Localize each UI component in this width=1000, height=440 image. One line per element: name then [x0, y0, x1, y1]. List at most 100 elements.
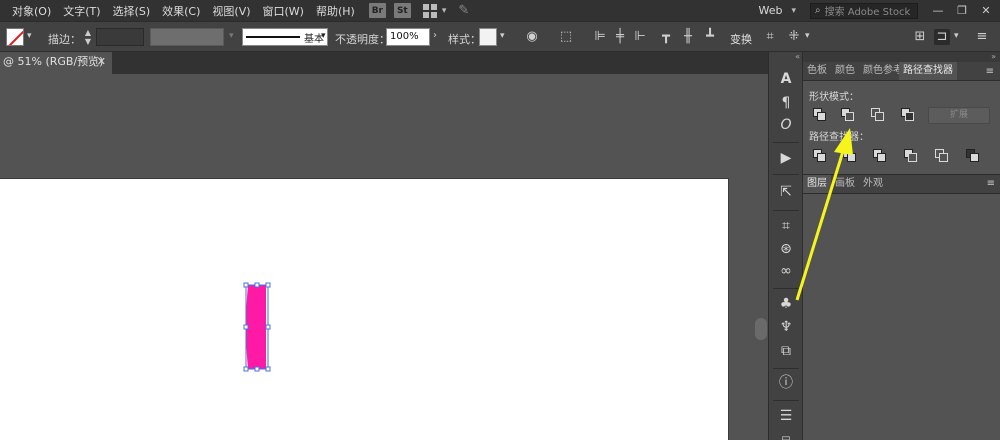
- style-chevron-icon[interactable]: ▾: [500, 31, 505, 41]
- exclude-icon[interactable]: [901, 108, 914, 121]
- document-tab-bar: @ 51% (RGB/预览) ✕: [0, 52, 768, 74]
- align-right-icon[interactable]: ⊩: [632, 29, 648, 45]
- variable-width-field[interactable]: [150, 28, 224, 46]
- tab-appearance[interactable]: 外观: [859, 175, 887, 193]
- menu-window[interactable]: 窗口(W): [257, 3, 310, 19]
- arrange-panels-icon[interactable]: ⊞: [912, 29, 928, 45]
- minus-front-icon[interactable]: [841, 108, 854, 121]
- close-window-button[interactable]: ✕: [976, 3, 996, 19]
- close-tab-icon[interactable]: ✕: [97, 52, 106, 72]
- menu-object[interactable]: 对象(O): [0, 3, 57, 19]
- workspace-chevron-icon[interactable]: ▾: [791, 6, 796, 16]
- transform-panel-icon[interactable]: ⌗: [777, 217, 795, 235]
- tab-layers[interactable]: 图层: [803, 175, 831, 193]
- bridge-button[interactable]: Br: [368, 3, 386, 18]
- minimize-button[interactable]: —: [928, 3, 948, 19]
- canvas-area[interactable]: [0, 74, 768, 440]
- puppet-warp-icon[interactable]: ⁜: [786, 29, 802, 45]
- handle-bottom-left[interactable]: [243, 366, 249, 372]
- paragraph-panel-icon[interactable]: ¶: [777, 94, 795, 112]
- stock-search-input[interactable]: ⌕ 搜索 Adobe Stock: [810, 2, 918, 19]
- align-center-icon[interactable]: ╪: [612, 29, 628, 45]
- export-asset-icon[interactable]: ⇱: [777, 183, 795, 201]
- minus-back-icon[interactable]: [966, 149, 979, 162]
- divide-icon[interactable]: [813, 149, 826, 162]
- graphic-style-swatch[interactable]: [479, 28, 497, 46]
- info-panel-icon[interactable]: ⓘ: [777, 374, 795, 392]
- hamburger-menu-icon[interactable]: ≡: [974, 29, 990, 45]
- stock-button[interactable]: St: [393, 3, 411, 18]
- fill-swatch-none[interactable]: [6, 28, 24, 46]
- dock-divider: [773, 400, 799, 401]
- chevron-down-icon[interactable]: ▾: [442, 6, 447, 16]
- tab-pathfinder[interactable]: 路径查找器: [899, 62, 957, 80]
- menu-type[interactable]: 文字(T): [57, 3, 106, 19]
- align-panel-icon[interactable]: ☰: [777, 407, 795, 425]
- opacity-input[interactable]: 100%: [386, 28, 430, 46]
- arrange-documents-icon[interactable]: [422, 3, 439, 18]
- expand-button[interactable]: 扩展: [928, 107, 990, 124]
- opentype-panel-icon[interactable]: O: [777, 116, 795, 134]
- variable-width-chevron-icon[interactable]: ▾: [229, 31, 234, 41]
- tab-color[interactable]: 颜色: [831, 62, 859, 80]
- handle-mid-right[interactable]: [265, 324, 271, 330]
- handle-mid-left[interactable]: [243, 324, 249, 330]
- restore-button[interactable]: ❐: [952, 3, 972, 19]
- menu-effect[interactable]: 效果(C): [156, 3, 206, 19]
- merge-icon[interactable]: [873, 149, 886, 162]
- brushes-panel-icon[interactable]: ♆: [777, 318, 795, 336]
- isolate-group-icon[interactable]: ⌗: [762, 29, 778, 45]
- fill-chevron-icon[interactable]: ▾: [27, 31, 32, 41]
- align-bottom-icon[interactable]: ┻: [702, 29, 718, 45]
- control-panel-menu-icon[interactable]: ⊐: [934, 29, 950, 45]
- puppet-warp-chevron-icon[interactable]: ▾: [805, 31, 810, 41]
- align-left-icon[interactable]: ⊫: [592, 29, 608, 45]
- align-top-icon[interactable]: ┳: [658, 29, 674, 45]
- align-to-icon[interactable]: ⬚: [558, 29, 574, 45]
- handle-bottom-right[interactable]: [265, 366, 271, 372]
- menu-select[interactable]: 选择(S): [107, 3, 157, 19]
- shape-modes-label: 形状模式：: [809, 92, 859, 103]
- selected-crescent-shape[interactable]: [243, 282, 271, 372]
- brush-profile-select[interactable]: 基本: [242, 28, 328, 46]
- symbols-panel-icon[interactable]: ♣: [777, 295, 795, 313]
- align-middle-icon[interactable]: ╫: [680, 29, 696, 45]
- vertical-scrollbar-thumb[interactable]: [755, 318, 767, 340]
- crop-icon[interactable]: [904, 149, 917, 162]
- handle-top-right[interactable]: [265, 282, 271, 288]
- more-panels-icon[interactable]: ▭: [777, 430, 795, 440]
- profile-chevron-icon[interactable]: ▾: [321, 31, 326, 41]
- recolor-artwork-icon[interactable]: ◉: [524, 29, 540, 45]
- artboard[interactable]: [0, 178, 729, 440]
- opacity-label: 不透明度：: [335, 33, 390, 46]
- workspace-switcher[interactable]: Web: [758, 4, 782, 17]
- links-panel-icon[interactable]: ∞: [777, 262, 795, 280]
- gpu-performance-icon[interactable]: ✎: [458, 3, 469, 18]
- asset-export-icon[interactable]: ⧉: [777, 342, 795, 360]
- tab-swatches[interactable]: 色板: [803, 62, 831, 80]
- document-tab[interactable]: @ 51% (RGB/预览) ✕: [0, 52, 112, 74]
- trim-icon[interactable]: [843, 149, 856, 162]
- control-menu-chevron-icon[interactable]: ▾: [954, 31, 959, 41]
- stroke-weight-field[interactable]: [96, 28, 144, 46]
- panel-menu-icon[interactable]: ≡: [986, 66, 994, 77]
- unite-icon[interactable]: [813, 108, 826, 121]
- opacity-arrow-icon[interactable]: ›: [433, 30, 437, 41]
- tab-artboards[interactable]: 画板: [831, 175, 859, 193]
- outline-icon[interactable]: [935, 149, 948, 162]
- stroke-stepper-icon[interactable]: ▲ ▼: [81, 28, 95, 46]
- layers-panel-menu-icon[interactable]: ≡: [987, 178, 995, 189]
- cc-libraries-icon[interactable]: ⊛: [777, 240, 795, 258]
- transform-button[interactable]: 变换: [730, 31, 752, 47]
- menu-view[interactable]: 视图(V): [206, 3, 256, 19]
- intersect-icon[interactable]: [871, 108, 884, 121]
- panel-collapse-icon[interactable]: »: [803, 52, 1000, 62]
- menu-help[interactable]: 帮助(H): [310, 3, 361, 19]
- handle-top-mid[interactable]: [254, 282, 260, 288]
- tab-color-guide[interactable]: 颜色参考: [859, 62, 899, 80]
- character-panel-icon[interactable]: A: [777, 70, 795, 88]
- handle-bottom-mid[interactable]: [254, 366, 260, 372]
- actions-play-icon[interactable]: ▶: [777, 149, 795, 167]
- handle-top-left[interactable]: [243, 282, 249, 288]
- dock-collapse-icon[interactable]: «: [769, 52, 802, 64]
